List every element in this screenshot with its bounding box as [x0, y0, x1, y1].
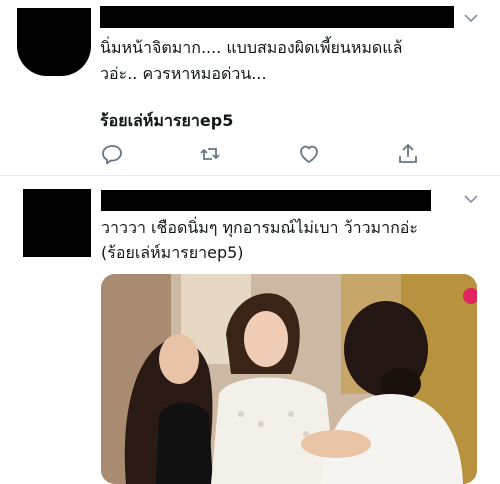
username-redacted[interactable]: [100, 6, 454, 28]
tweet[interactable]: วาววา เชือดนิ่มๆ ทุกอารมณ์ไม่เบา ว้าวมาก…: [0, 176, 500, 484]
chevron-down-icon[interactable]: [463, 193, 479, 205]
username-redacted[interactable]: [101, 190, 431, 211]
avatar-redacted[interactable]: [17, 8, 91, 76]
tweet-text-line: (ร้อยเล่ห์มารยาep5): [101, 243, 244, 262]
retweet-icon[interactable]: [198, 142, 222, 166]
tweet-actions: [100, 142, 430, 166]
avatar-redacted[interactable]: [23, 189, 91, 257]
tweet[interactable]: นิ่มหน้าจิตมาก.... แบบสมองผิดเพี้ยนหมดแล…: [0, 0, 500, 176]
tweet-hashtag[interactable]: ร้อยเล่ห์มารยาep5: [100, 108, 233, 134]
share-icon[interactable]: [396, 142, 420, 166]
tweet-media-image[interactable]: [101, 274, 477, 484]
chevron-down-icon[interactable]: [463, 12, 479, 24]
tweet-text-line: วาววา เชือดนิ่มๆ ทุกอารมณ์ไม่เบา ว้าวมาก…: [101, 218, 418, 237]
drama-scene-image: [101, 274, 477, 484]
tweet-text-line: วอ่ะ.. ควรหาหมอด่วน...: [100, 64, 267, 83]
like-icon[interactable]: [297, 142, 321, 166]
tweet-text-line: นิ่มหน้าจิตมาก.... แบบสมองผิดเพี้ยนหมดแล…: [100, 38, 403, 57]
reply-icon[interactable]: [100, 142, 124, 166]
